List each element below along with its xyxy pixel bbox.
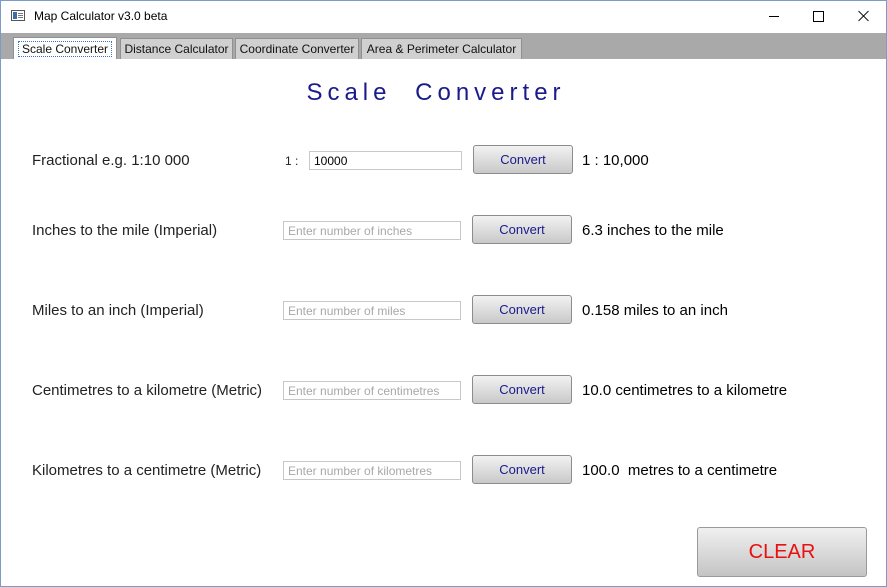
miles-result: 0.158 miles to an inch bbox=[582, 302, 728, 319]
tab-distance-calculator[interactable]: Distance Calculator bbox=[120, 38, 233, 59]
maximize-button[interactable] bbox=[795, 1, 841, 31]
convert-miles-button[interactable]: Convert bbox=[472, 295, 572, 324]
close-button[interactable] bbox=[841, 1, 887, 31]
centimetres-to-kilometre-label: Centimetres to a kilometre (Metric) bbox=[32, 382, 263, 399]
fractional-label: Fractional e.g. 1:10 000 bbox=[32, 152, 190, 169]
maximize-icon bbox=[812, 10, 824, 22]
app-icon bbox=[11, 10, 25, 21]
title-bar[interactable]: Map Calculator v3.0 beta bbox=[1, 1, 886, 31]
kilometres-input[interactable] bbox=[283, 461, 461, 480]
inches-to-mile-label: Inches to the mile (Imperial) bbox=[32, 222, 218, 239]
convert-kilometres-button[interactable]: Convert bbox=[472, 455, 572, 484]
centimetres-result: 10.0 centimetres to a kilometre bbox=[582, 382, 788, 399]
miles-input[interactable] bbox=[283, 301, 461, 320]
minimize-icon bbox=[769, 15, 779, 17]
tab-coordinate-converter[interactable]: Coordinate Converter bbox=[235, 38, 359, 59]
centimetres-input[interactable] bbox=[283, 381, 461, 400]
kilometres-to-centimetre-label: Kilometres to a centimetre (Metric) bbox=[32, 462, 262, 479]
tab-label: Coordinate Converter bbox=[239, 42, 355, 56]
fractional-input[interactable] bbox=[309, 151, 462, 170]
inches-input[interactable] bbox=[283, 221, 461, 240]
close-icon bbox=[858, 10, 870, 22]
page-title: Scale Converter bbox=[306, 79, 566, 106]
scale-converter-panel: Scale Converter Fractional e.g. 1:10 000… bbox=[1, 59, 886, 586]
fractional-prefix: 1 : bbox=[285, 154, 299, 168]
tab-label: Distance Calculator bbox=[124, 42, 229, 56]
window-title: Map Calculator v3.0 beta bbox=[34, 9, 168, 23]
app-window: Map Calculator v3.0 beta Scale Converter… bbox=[0, 0, 887, 587]
inches-result: 6.3 inches to the mile bbox=[582, 222, 724, 239]
minimize-button[interactable] bbox=[751, 1, 797, 31]
convert-inches-button[interactable]: Convert bbox=[472, 215, 572, 244]
convert-fractional-button[interactable]: Convert bbox=[473, 145, 573, 174]
fractional-result: 1 : 10,000 bbox=[582, 152, 649, 169]
convert-centimetres-button[interactable]: Convert bbox=[472, 375, 572, 404]
tab-label: Area & Perimeter Calculator bbox=[366, 42, 517, 56]
miles-to-inch-label: Miles to an inch (Imperial) bbox=[32, 302, 204, 319]
clear-button[interactable]: CLEAR bbox=[697, 527, 867, 577]
tab-scale-converter[interactable]: Scale Converter bbox=[13, 37, 117, 60]
kilometres-result: 100.0 metres to a centimetre bbox=[582, 462, 778, 479]
tab-area-perimeter-calculator[interactable]: Area & Perimeter Calculator bbox=[361, 38, 522, 59]
tab-strip: Scale Converter Distance Calculator Coor… bbox=[1, 33, 886, 60]
tab-label: Scale Converter bbox=[17, 41, 113, 57]
